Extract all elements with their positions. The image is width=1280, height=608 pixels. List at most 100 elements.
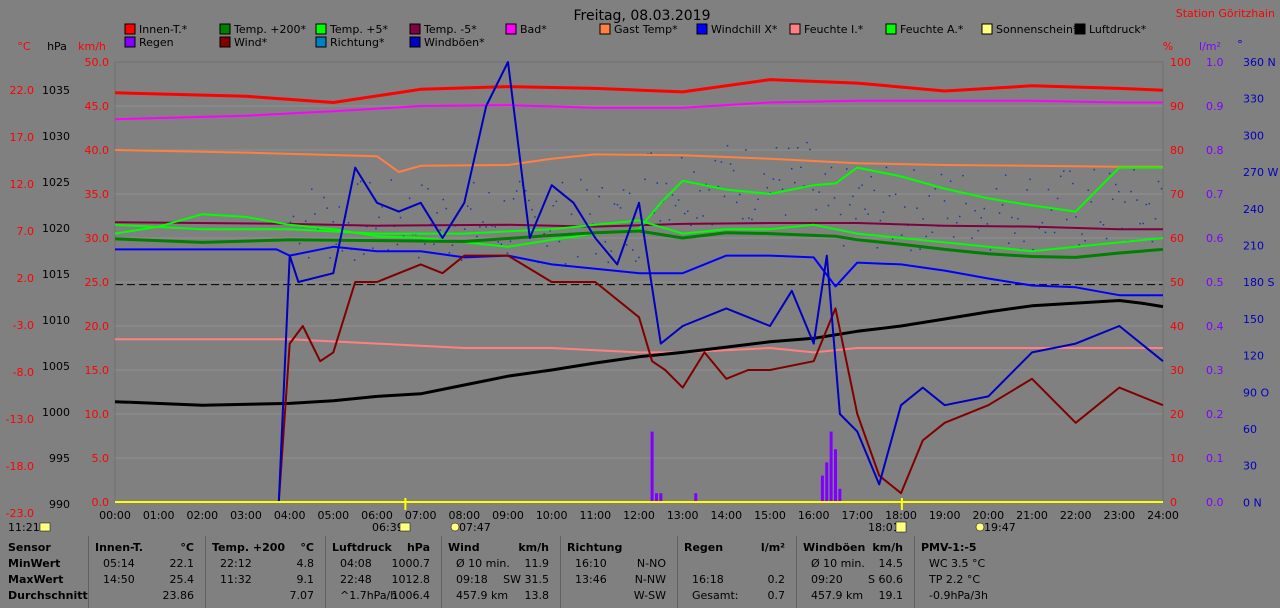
direction-dot: [448, 252, 451, 254]
stats-value: 1012.8: [391, 573, 431, 586]
unit-kmh: km/h: [78, 40, 106, 53]
rain-axis-tick: 0.0: [1206, 496, 1224, 509]
direction-dot: [326, 207, 328, 209]
stats-section: Windböen km/h Ø 10 min. 14.5 09:20 S 60.6 457.…: [796, 536, 911, 608]
stats-row-label: Sensor: [8, 541, 51, 554]
legend-swatch: [599, 23, 611, 35]
direction-dot: [625, 244, 628, 246]
direction-dot: [855, 217, 857, 220]
chart-title: Freitag, 08.03.2019: [574, 8, 711, 24]
direction-dot: [1145, 203, 1148, 206]
direction-dot: [552, 204, 555, 207]
time-axis-tick: 22:00: [1060, 509, 1092, 522]
pressure-axis-tick: 1035: [42, 84, 70, 97]
direction-dot: [784, 214, 787, 216]
direction-dot: [580, 178, 582, 181]
direction-dot: [528, 199, 530, 202]
weather-chart: Freitag, 08.03.2019 Station Göritzhain °…: [6, 7, 1279, 534]
legend-label: Sonnenschein*: [996, 23, 1079, 36]
stats-value: SW 31.5: [503, 573, 549, 586]
stats-section-title: PMV-1:-5: [921, 541, 977, 554]
direction-dot: [714, 159, 717, 162]
direction-dot: [702, 215, 704, 217]
direction-dot: [787, 147, 790, 150]
direction-dot: [1026, 189, 1028, 191]
direction-dot: [1069, 170, 1071, 173]
direction-dot: [598, 195, 600, 198]
rain-bar: [820, 475, 824, 502]
direction-dot: [1105, 237, 1108, 240]
humidity-axis-tick: 50: [1170, 276, 1184, 289]
direction-dot: [531, 208, 533, 211]
legend-label: Temp. -5*: [423, 23, 477, 36]
legend-label: Feuchte A.*: [900, 23, 964, 36]
direction-dot: [399, 216, 402, 219]
direction-dot: [1139, 222, 1141, 225]
legend-swatch: [505, 23, 517, 35]
time-axis-tick: 01:00: [143, 509, 175, 522]
legend-swatch: [315, 23, 327, 35]
legend-label: Wind*: [234, 36, 268, 49]
direction-dot: [827, 204, 830, 207]
direction-dot: [445, 207, 448, 210]
sunset-label: 18:01: [868, 521, 900, 534]
direction-axis-tick: 150: [1243, 313, 1264, 326]
direction-dot: [809, 148, 811, 151]
direction-axis-tick: 60: [1243, 423, 1257, 436]
stats-value: 23.86: [162, 589, 195, 602]
direction-dot: [1053, 231, 1056, 234]
temp-axis-tick: 12.0: [10, 178, 35, 191]
series-line: [114, 99, 1163, 121]
direction-dot: [558, 240, 561, 243]
direction-dot: [1090, 201, 1093, 203]
direction-dot: [849, 203, 851, 206]
stats-time: TP 2.2 °C: [929, 573, 981, 586]
series-line: [114, 229, 1164, 259]
direction-dot: [995, 187, 998, 190]
direction-dot: [589, 213, 591, 215]
direction-dot: [463, 228, 466, 230]
direction-dot: [613, 203, 616, 205]
sunrise-icon: [399, 522, 411, 532]
stats-value: 4.8: [296, 557, 315, 570]
direction-dot: [864, 208, 866, 210]
humidity-axis-tick: 70: [1170, 188, 1184, 201]
temp-axis-tick: -18.0: [6, 460, 34, 473]
direction-dot: [323, 196, 325, 199]
rain-bar: [825, 462, 829, 502]
time-axis-tick: 05:00: [317, 509, 349, 522]
direction-axis-tick: 300: [1243, 129, 1264, 142]
time-axis-tick: 03:00: [230, 509, 262, 522]
current-time-label: 11:21: [8, 521, 40, 534]
direction-axis-tick: 120: [1243, 350, 1264, 363]
stats-section-unit: l/m²: [760, 541, 785, 554]
direction-dot: [952, 236, 955, 238]
direction-dot: [956, 221, 958, 224]
direction-dot: [1148, 202, 1151, 205]
stats-section-unit: °C: [300, 541, 314, 554]
humidity-axis-tick: 90: [1170, 100, 1184, 113]
direction-dot: [800, 166, 802, 169]
direction-dot: [901, 234, 903, 236]
pressure-axis-tick: 995: [49, 452, 70, 465]
legend-swatch: [219, 36, 231, 48]
direction-dot: [503, 200, 506, 202]
legend-label: Regen: [139, 36, 174, 49]
direction-dot: [751, 218, 753, 221]
time-axis-tick: 13:00: [667, 509, 699, 522]
direction-dot: [632, 249, 634, 251]
stats-value: S 60.6: [868, 573, 903, 586]
direction-dot: [421, 184, 423, 186]
direction-dot: [815, 208, 817, 211]
direction-dot: [1050, 209, 1053, 211]
legend-swatch: [124, 36, 136, 48]
direction-dot: [830, 166, 833, 169]
direction-dot: [946, 217, 949, 220]
station-name: Station Göritzhain: [1176, 7, 1275, 20]
legend-swatch: [219, 23, 231, 35]
direction-dot: [891, 238, 894, 240]
legend-swatch: [885, 23, 897, 35]
direction-dot: [1029, 178, 1031, 181]
direction-dot: [1093, 168, 1096, 171]
legend-swatch: [409, 23, 421, 35]
